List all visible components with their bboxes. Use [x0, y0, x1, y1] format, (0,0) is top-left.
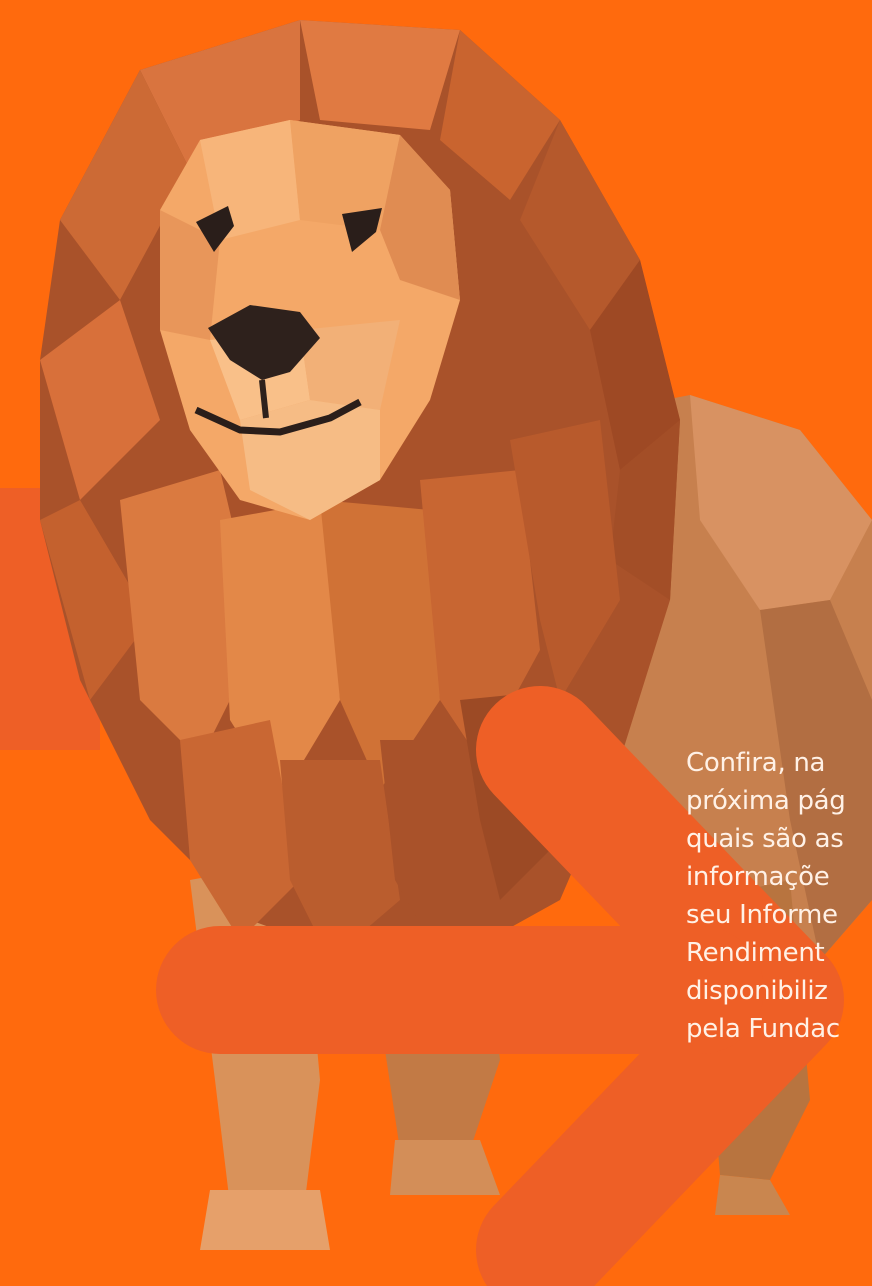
- caption-text: Confira, na próxima pág quais são as inf…: [686, 748, 846, 1044]
- scene-artwork: [0, 20, 872, 1286]
